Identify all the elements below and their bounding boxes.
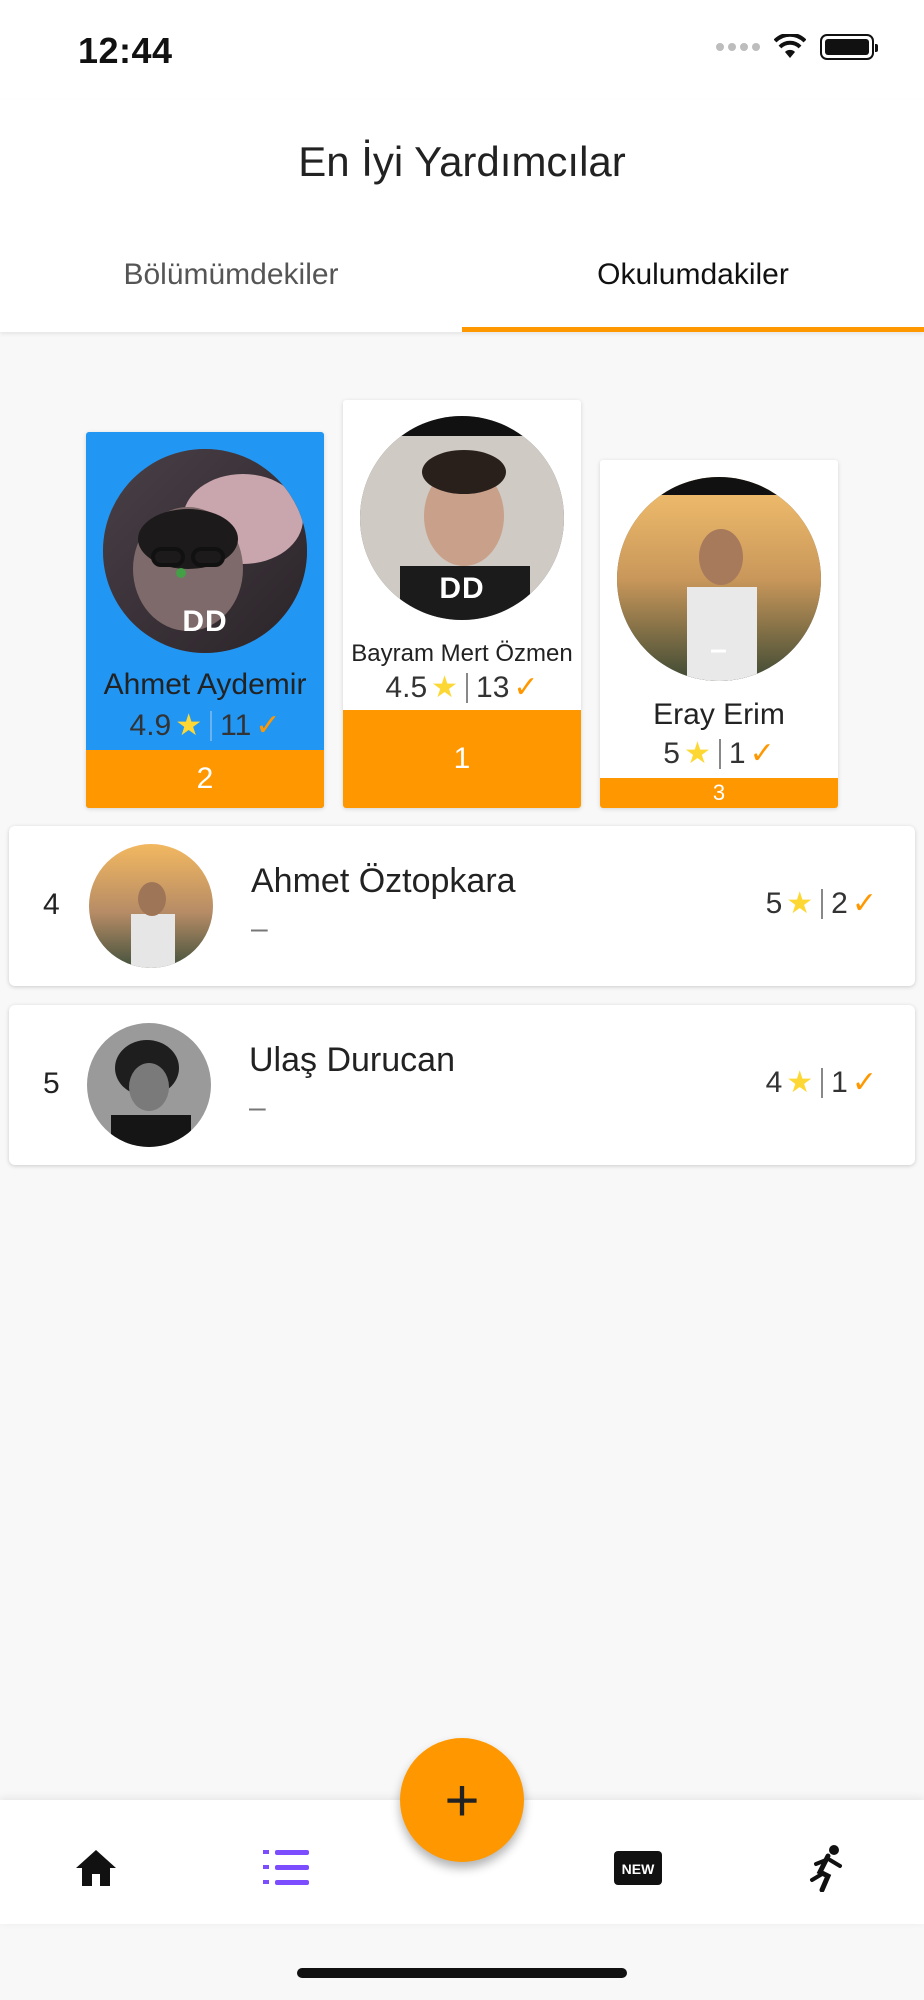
running-person-icon xyxy=(810,1845,842,1892)
status-icons xyxy=(716,34,878,60)
check-icon: ✓ xyxy=(513,671,539,704)
podium-card-second[interactable]: DD Ahmet Aydemir 4.9 ★ 11 ✓ 2 xyxy=(86,432,324,808)
tab-department[interactable]: Bölümümdekiler xyxy=(0,250,462,332)
star-icon: ★ xyxy=(175,709,203,742)
check-icon: ✓ xyxy=(255,709,281,742)
list-item[interactable]: 5 Ulaş Durucan – 4 ★ 1 ✓ xyxy=(9,1005,915,1165)
help-count: 2 xyxy=(831,886,848,920)
help-count: 1 xyxy=(728,736,746,770)
avatar: – xyxy=(617,477,821,681)
podium-card-third[interactable]: – Eray Erim 5 ★ 1 ✓ 3 xyxy=(600,460,838,808)
avatar: DD xyxy=(103,449,307,653)
list-subtitle: – xyxy=(251,912,268,945)
star-icon: ★ xyxy=(431,671,459,704)
check-icon: ✓ xyxy=(851,1066,877,1099)
list-rank: 4 xyxy=(43,888,60,921)
home-icon xyxy=(76,1850,116,1886)
tab-bar: Bölümümdekiler Okulumdakiler xyxy=(0,250,924,332)
nav-activity[interactable] xyxy=(798,1838,858,1898)
svg-text:NEW: NEW xyxy=(622,1861,655,1877)
rating-value: 4.5 xyxy=(385,670,428,704)
page-title: En İyi Yardımcılar xyxy=(298,138,626,185)
list-name: Ahmet Öztopkara xyxy=(251,862,516,900)
rank-badge: 3 xyxy=(600,778,838,808)
podium-name: Eray Erim xyxy=(653,698,785,731)
rating-value: 5 xyxy=(663,736,680,770)
tab-school[interactable]: Okulumdakiler xyxy=(462,250,924,332)
rating-value: 5 xyxy=(765,886,783,920)
star-icon: ★ xyxy=(683,737,711,770)
wifi-icon xyxy=(774,34,806,58)
list-item[interactable]: 4 Ahmet Öztopkara – 5 ★ 2 ✓ xyxy=(9,826,915,986)
list-stats: 5 ★ 2 ✓ xyxy=(766,886,877,921)
help-count: 13 xyxy=(476,670,510,704)
add-button[interactable]: + xyxy=(400,1738,524,1862)
avatar xyxy=(87,1023,211,1147)
list-subtitle: – xyxy=(249,1091,266,1124)
podium-stats: 4.9 ★ 11 ✓ xyxy=(86,708,324,743)
signal-icon xyxy=(716,43,760,51)
nav-home[interactable] xyxy=(66,1838,126,1898)
check-icon: ✓ xyxy=(749,737,775,770)
podium-card-first[interactable]: DD Bayram Mert Özmen 4.5 ★ 13 ✓ 1 xyxy=(343,400,581,808)
rank-badge: 2 xyxy=(86,750,324,808)
star-icon: ★ xyxy=(786,887,814,920)
podium-stats: 4.5 ★ 13 ✓ xyxy=(343,670,581,705)
list-name: Ulaş Durucan xyxy=(249,1041,455,1079)
rating-value: 4 xyxy=(765,1065,783,1099)
new-badge-icon: NEW xyxy=(614,1851,662,1885)
status-bar: 12:44 xyxy=(0,0,924,100)
list-rank: 5 xyxy=(43,1067,60,1100)
home-indicator xyxy=(297,1968,627,1978)
header: En İyi Yardımcılar Bölümümdekiler Okulum… xyxy=(0,100,924,332)
rank-badge: 1 xyxy=(343,710,581,808)
nav-ranking[interactable] xyxy=(256,1838,316,1898)
rating-value: 4.9 xyxy=(129,708,172,742)
podium-name: Bayram Mert Özmen xyxy=(351,640,573,667)
list-stats: 4 ★ 1 ✓ xyxy=(766,1065,877,1100)
podium-name: Ahmet Aydemir xyxy=(103,668,307,701)
avatar: DD xyxy=(360,416,564,620)
podium-stats: 5 ★ 1 ✓ xyxy=(600,736,838,771)
check-icon: ✓ xyxy=(851,887,877,920)
help-count: 11 xyxy=(220,708,252,742)
ranking-list-icon xyxy=(263,1850,309,1885)
avatar xyxy=(89,844,213,968)
help-count: 1 xyxy=(831,1065,848,1099)
nav-new[interactable]: NEW xyxy=(608,1838,668,1898)
status-time: 12:44 xyxy=(78,30,173,71)
battery-icon xyxy=(820,34,878,60)
star-icon: ★ xyxy=(786,1066,814,1099)
